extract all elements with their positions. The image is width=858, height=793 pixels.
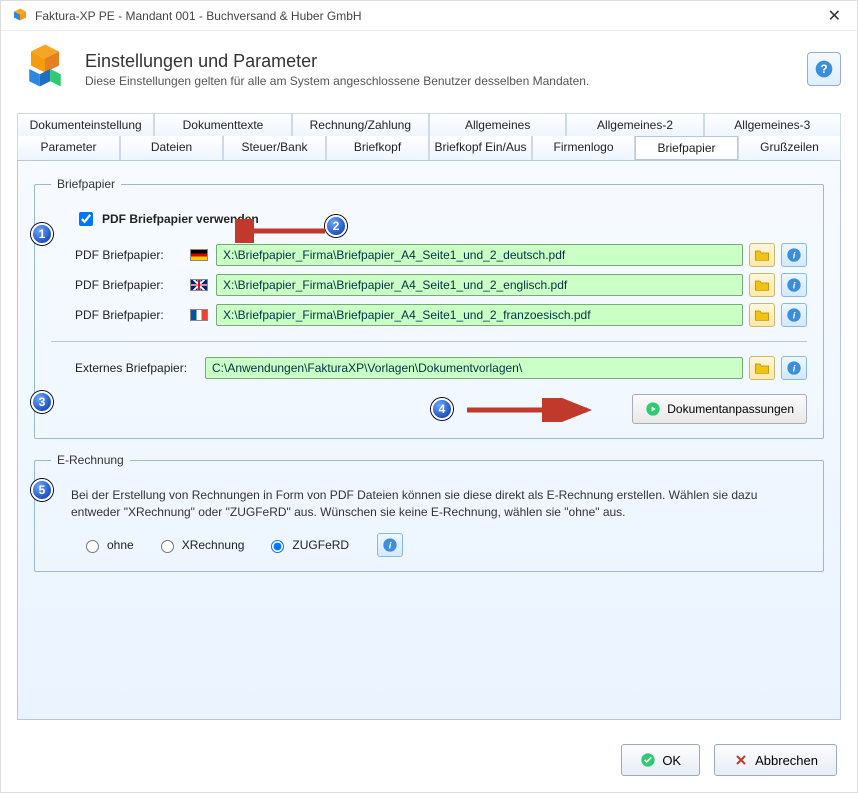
window-title: Faktura-XP PE - Mandant 001 - Buchversan…: [35, 9, 822, 23]
erechnung-description: Bei der Erstellung von Rechnungen in For…: [71, 487, 805, 521]
pdf-briefpapier-path[interactable]: [216, 274, 743, 296]
info-button[interactable]: i: [377, 533, 403, 557]
pdf-briefpapier-label: PDF Briefpapier:: [75, 278, 190, 292]
info-icon: i: [382, 537, 398, 553]
radio-input-ohne[interactable]: [86, 540, 99, 553]
cancel-button[interactable]: Abbrechen: [714, 744, 837, 776]
tab-allgemeines-2[interactable]: Allgemeines-2: [566, 113, 703, 136]
ext-briefpapier-label: Externes Briefpapier:: [75, 361, 205, 375]
use-pdf-briefpapier-label: PDF Briefpapier verwenden: [102, 212, 259, 226]
info-icon: i: [786, 307, 802, 323]
callout-badge-4: 4: [431, 398, 453, 420]
radio-zugferd[interactable]: ZUGFeRD: [266, 537, 349, 553]
tab-dokumenteinstellung[interactable]: Dokumenteinstellung: [17, 113, 154, 136]
pdf-briefpapier-row: PDF Briefpapier: i: [75, 243, 807, 267]
dialog-footer: OK Abbrechen: [1, 732, 857, 792]
tab-panel: Briefpapier 1 2 PDF Briefpapier verwende…: [17, 160, 841, 720]
radio-input-xrechnung[interactable]: [161, 540, 174, 553]
folder-icon: [754, 308, 770, 322]
use-pdf-briefpapier-checkbox[interactable]: [79, 212, 93, 226]
tab-firmenlogo[interactable]: Firmenlogo: [532, 136, 635, 160]
svg-text:i: i: [389, 540, 392, 550]
divider: [51, 341, 807, 342]
info-button[interactable]: i: [781, 273, 807, 297]
svg-text:i: i: [793, 280, 796, 290]
info-button[interactable]: i: [781, 243, 807, 267]
callout-badge-2: 2: [325, 215, 347, 237]
callout-badge-1: 1: [31, 223, 53, 245]
tabstrip: DokumenteinstellungDokumenttexteRechnung…: [17, 113, 841, 160]
tab-parameter[interactable]: Parameter: [17, 136, 120, 160]
document-adjust-button[interactable]: Dokumentanpassungen: [632, 394, 807, 424]
callout-badge-5: 5: [31, 479, 53, 501]
browse-button[interactable]: [749, 356, 775, 380]
tab-briefpapier[interactable]: Briefpapier: [635, 136, 738, 160]
svg-text:i: i: [793, 310, 796, 320]
tab-rechnung-zahlung[interactable]: Rechnung/Zahlung: [292, 113, 429, 136]
info-icon: i: [786, 277, 802, 293]
group-erechnung-legend: E-Rechnung: [51, 453, 130, 467]
folder-icon: [754, 361, 770, 375]
tab-allgemeines[interactable]: Allgemeines: [429, 113, 566, 136]
tab-dateien[interactable]: Dateien: [120, 136, 223, 160]
page-subtitle: Diese Einstellungen gelten für alle am S…: [85, 74, 589, 88]
svg-text:i: i: [793, 250, 796, 260]
tab-gru-zeilen[interactable]: Grußzeilen: [738, 136, 841, 160]
pdf-briefpapier-label: PDF Briefpapier:: [75, 248, 190, 262]
page-title: Einstellungen und Parameter: [85, 51, 589, 72]
help-icon: ?: [814, 59, 834, 79]
tab-steuer-bank[interactable]: Steuer/Bank: [223, 136, 326, 160]
group-briefpapier-legend: Briefpapier: [51, 177, 121, 191]
callout-badge-3: 3: [31, 391, 53, 413]
tab-briefkopf[interactable]: Briefkopf: [326, 136, 429, 160]
pdf-briefpapier-row: PDF Briefpapier: i: [75, 303, 807, 327]
cancel-icon: [733, 752, 749, 768]
play-icon: [645, 401, 661, 417]
radio-input-zugferd[interactable]: [271, 540, 284, 553]
browse-button[interactable]: [749, 273, 775, 297]
pdf-briefpapier-label: PDF Briefpapier:: [75, 308, 190, 322]
app-window: Faktura-XP PE - Mandant 001 - Buchversan…: [0, 0, 858, 793]
folder-icon: [754, 278, 770, 292]
pdf-briefpapier-path[interactable]: [216, 244, 743, 266]
titlebar: Faktura-XP PE - Mandant 001 - Buchversan…: [1, 1, 857, 31]
tab-allgemeines-3[interactable]: Allgemeines-3: [704, 113, 841, 136]
group-briefpapier: Briefpapier 1 2 PDF Briefpapier verwende…: [34, 177, 824, 439]
radio-ohne[interactable]: ohne: [81, 537, 134, 553]
flag-gb-icon: [190, 279, 208, 291]
info-icon: i: [786, 360, 802, 376]
header-logo: [17, 41, 73, 97]
app-icon: [11, 7, 29, 25]
page-header: Einstellungen und Parameter Diese Einste…: [1, 31, 857, 101]
ok-icon: [640, 752, 656, 768]
arrow-icon: [461, 398, 601, 422]
tab-dokumenttexte[interactable]: Dokumenttexte: [154, 113, 291, 136]
pdf-briefpapier-row: PDF Briefpapier: i: [75, 273, 807, 297]
flag-fr-icon: [190, 309, 208, 321]
info-icon: i: [786, 247, 802, 263]
group-erechnung: E-Rechnung 5 Bei der Erstellung von Rech…: [34, 453, 824, 572]
help-button[interactable]: ?: [807, 52, 841, 86]
browse-button[interactable]: [749, 303, 775, 327]
tab-briefkopf-ein-aus[interactable]: Briefkopf Ein/Aus: [429, 136, 532, 160]
pdf-briefpapier-path[interactable]: [216, 304, 743, 326]
svg-text:i: i: [793, 363, 796, 373]
ext-briefpapier-path[interactable]: [205, 357, 743, 379]
svg-text:?: ?: [820, 63, 827, 76]
radio-xrechnung[interactable]: XRechnung: [156, 537, 245, 553]
folder-icon: [754, 248, 770, 262]
info-button[interactable]: i: [781, 356, 807, 380]
close-icon[interactable]: ✕: [822, 6, 847, 26]
flag-de-icon: [190, 249, 208, 261]
info-button[interactable]: i: [781, 303, 807, 327]
ok-button[interactable]: OK: [621, 744, 700, 776]
browse-button[interactable]: [749, 243, 775, 267]
